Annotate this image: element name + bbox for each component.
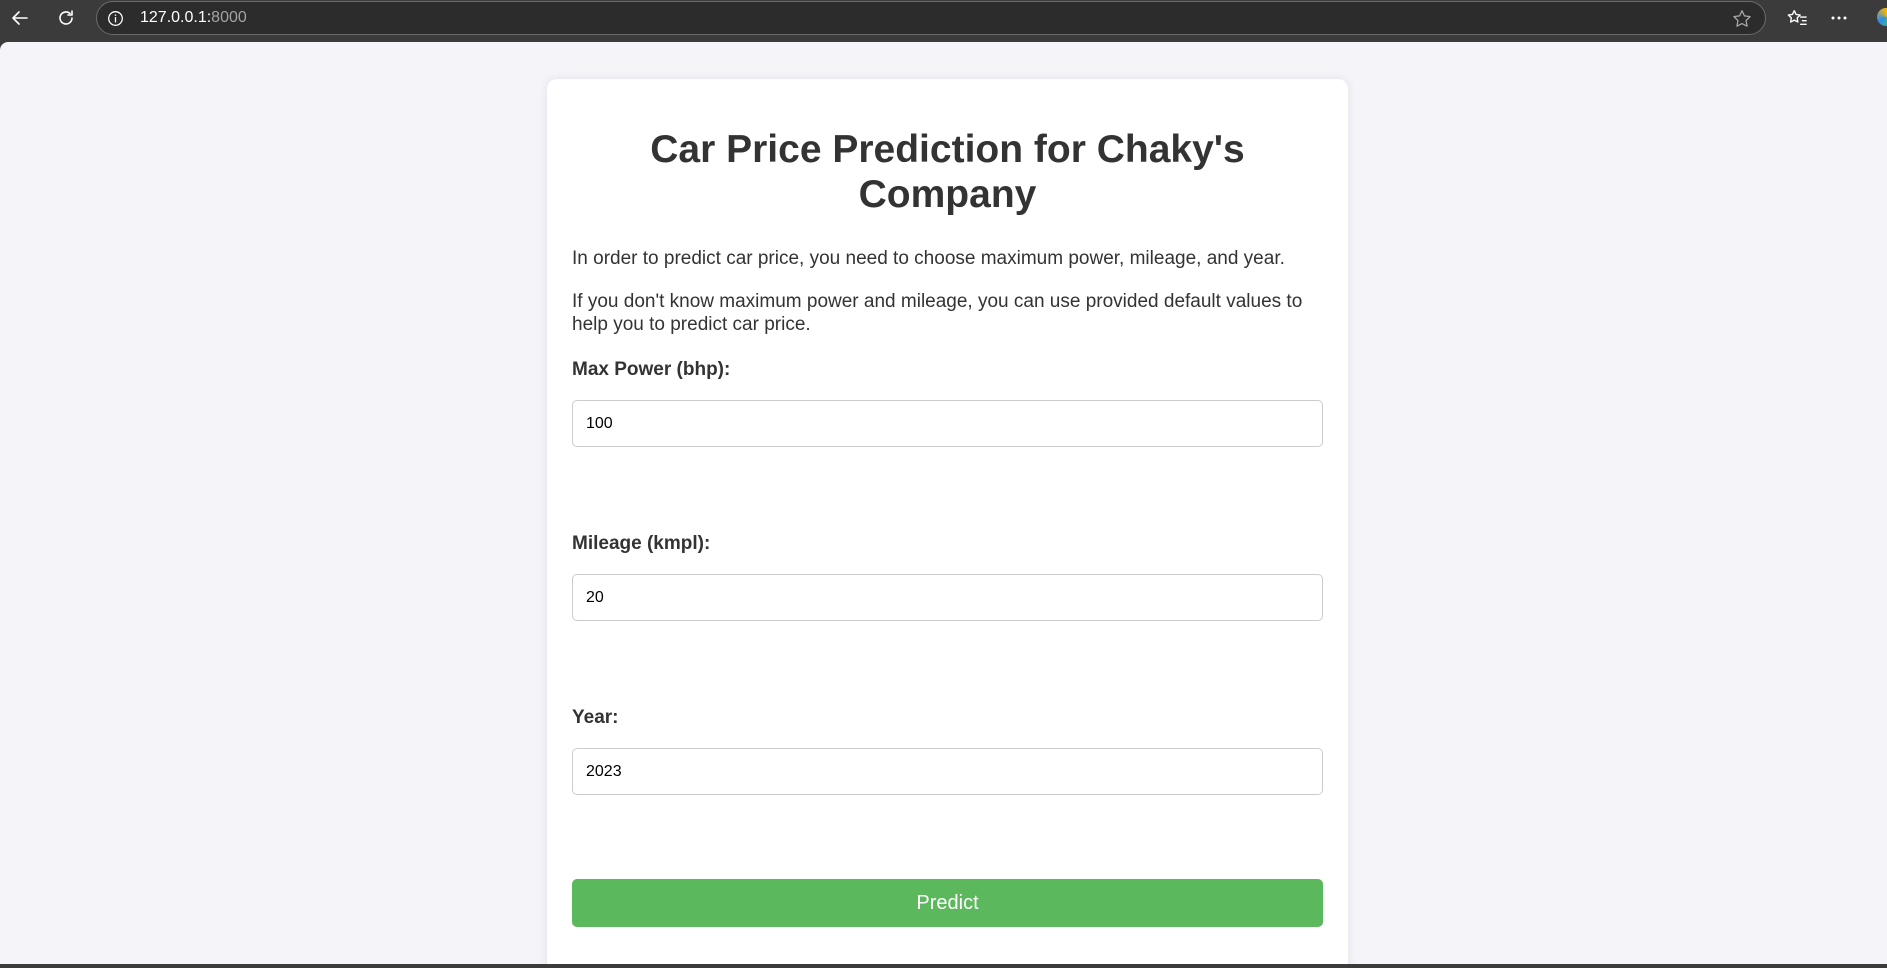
year-label: Year:	[572, 707, 619, 728]
edge-copilot-icon[interactable]	[1877, 8, 1887, 26]
more-icon[interactable]	[1824, 3, 1854, 33]
page-title: Car Price Prediction for Chaky's Company	[650, 128, 1245, 216]
max-power-input[interactable]: 100	[572, 400, 1323, 447]
star-icon[interactable]	[1731, 8, 1753, 30]
prediction-form-card: Car Price Prediction for Chaky's Company…	[547, 79, 1348, 964]
back-arrow-icon[interactable]	[5, 3, 35, 33]
refresh-icon[interactable]	[51, 3, 81, 33]
year-input[interactable]: 2023	[572, 748, 1323, 795]
intro-text: In order to predict car price, you need …	[572, 248, 1285, 269]
mileage-label: Mileage (kmpl):	[572, 533, 711, 554]
address-bar[interactable]: 127.0.0.1:8000	[96, 1, 1766, 35]
max-power-label: Max Power (bhp):	[572, 359, 731, 380]
favorites-icon[interactable]	[1782, 3, 1812, 33]
default-values-note: If you don't know maximum power and mile…	[572, 291, 1303, 335]
url-text: 127.0.0.1:8000	[140, 9, 247, 26]
info-icon[interactable]	[107, 10, 124, 27]
predict-button[interactable]: Predict	[572, 879, 1323, 927]
page-viewport: Car Price Prediction for Chaky's Company…	[0, 42, 1887, 964]
mileage-input[interactable]: 20	[572, 574, 1323, 621]
browser-toolbar: 127.0.0.1:8000	[0, 0, 1887, 35]
